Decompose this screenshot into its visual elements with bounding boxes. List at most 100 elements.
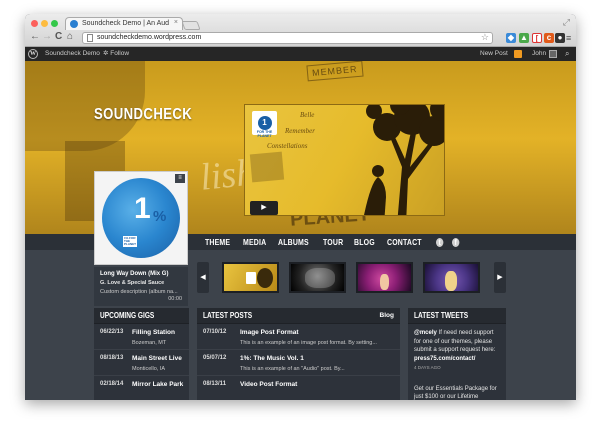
url-text: soundcheckdemo.wordpress.com (97, 34, 202, 41)
favicon-icon (70, 20, 78, 28)
nav-item-contact[interactable]: CONTACT (387, 237, 422, 247)
gig-date: 02/18/14 (100, 381, 124, 387)
gig-date: 06/22/13 (100, 329, 124, 335)
badge-number: 1 (257, 116, 272, 130)
post-excerpt: This is an example of an "Audio" post. B… (240, 366, 345, 372)
latest-tweets-panel: LATEST TWEETS @mcely If need need suppor… (408, 308, 506, 400)
panel-heading: LATEST POSTS Blog (197, 308, 400, 324)
tweet-link[interactable]: press75.com/contact/ (414, 356, 475, 362)
carousel-prev-button[interactable]: ◀ (197, 262, 209, 293)
album-percent: % (153, 208, 167, 225)
follow-button[interactable]: ✲ Follow (103, 47, 129, 61)
gig-venue[interactable]: Filling Station (132, 329, 175, 336)
post-row[interactable]: 08/13/11 Video Post Format (197, 376, 400, 400)
zoom-window-button[interactable] (51, 20, 58, 27)
user-menu[interactable]: John (532, 47, 546, 61)
panel-heading: UPCOMING GIGS (94, 308, 189, 324)
twitter-icon[interactable]: t (436, 237, 444, 247)
tweet-age: 4 DAYS AGO (414, 365, 441, 370)
tab-title: Soundcheck Demo | An Aud (82, 20, 170, 27)
extension-icon[interactable]: ▲ (519, 33, 529, 43)
forward-icon[interactable]: → (42, 31, 52, 43)
panel-heading: LATEST TWEETS (408, 308, 506, 324)
avatar[interactable] (549, 50, 557, 58)
tab-close-icon[interactable]: × (174, 19, 178, 26)
carousel-thumbnail[interactable] (289, 262, 346, 293)
nav-item-theme[interactable]: THEME (205, 237, 230, 247)
blog-link[interactable]: Blog (380, 308, 394, 324)
video-badge: 1 FOR THE PLANET (252, 111, 277, 138)
video-graphic (249, 151, 285, 183)
search-icon[interactable]: ⌕ (565, 47, 569, 61)
nav-item-media[interactable]: MEDIA (243, 237, 266, 247)
back-icon[interactable]: ← (30, 31, 40, 43)
carousel-thumbnail[interactable] (356, 262, 413, 293)
minimize-window-button[interactable] (41, 20, 48, 27)
close-window-button[interactable] (31, 20, 38, 27)
carousel-next-button[interactable]: ▶ (494, 262, 506, 293)
video-script-text: Belle (300, 111, 315, 119)
hero-background-word: MEMBER (306, 61, 364, 82)
new-tab-button[interactable] (181, 21, 201, 30)
gig-venue[interactable]: Mirror Lake Park (132, 381, 183, 388)
post-title[interactable]: Video Post Format (240, 381, 297, 388)
facebook-icon[interactable]: f (452, 237, 460, 247)
extension-icon[interactable]: [ (532, 33, 542, 43)
upcoming-gigs-panel: UPCOMING GIGS 06/22/13 Filling Station B… (94, 308, 189, 400)
video-script-text: Remember (285, 127, 315, 135)
carousel-thumbnail[interactable] (222, 262, 279, 293)
tree-silhouette-icon (364, 105, 444, 215)
browser-menu-icon[interactable]: ≡ (566, 33, 571, 43)
page-icon (87, 34, 93, 42)
album-menu-icon[interactable]: ≡ (175, 174, 185, 183)
play-button[interactable]: ▶ (250, 201, 278, 215)
post-row[interactable]: 05/07/12 1%: The Music Vol. 1 This is an… (197, 350, 400, 376)
address-bar[interactable]: soundcheckdemo.wordpress.com ☆ (82, 32, 493, 44)
browser-tab[interactable]: Soundcheck Demo | An Aud × (65, 17, 183, 30)
gig-row[interactable]: 06/22/13 Filling Station Bozeman, MT (94, 324, 189, 350)
browser-chrome: Soundcheck Demo | An Aud × ⤢ ← → C ⌂ sou… (25, 14, 576, 47)
post-title[interactable]: 1%: The Music Vol. 1 (240, 355, 304, 362)
reload-icon[interactable]: C (55, 31, 62, 43)
tweet-handle[interactable]: @mcely (414, 330, 437, 336)
tweet-body: Get our Essentials Package for just $100… (414, 385, 497, 401)
fullscreen-icon[interactable]: ⤢ (563, 17, 570, 28)
site-logo[interactable]: SOUNDCHECK (94, 106, 192, 124)
nav-item-tour[interactable]: TOUR (323, 237, 343, 247)
post-date: 05/07/12 (203, 355, 227, 361)
bookmark-star-icon[interactable]: ☆ (481, 32, 489, 43)
gig-row[interactable]: 08/18/13 Main Street Live Monticello, IA (94, 350, 189, 376)
post-row[interactable]: 07/10/12 Image Post Format This is an ex… (197, 324, 400, 350)
tweet: @mcely If need need support for one of o… (408, 324, 506, 400)
wordpress-logo-icon[interactable]: W (28, 49, 38, 59)
gig-location: Monticello, IA (132, 366, 166, 372)
extension-icon[interactable]: c (544, 33, 554, 43)
nav-item-blog[interactable]: BLOG (354, 237, 375, 247)
admin-bar: W Soundcheck Demo ✲ Follow New Post John… (25, 47, 576, 61)
new-post-button[interactable]: New Post (480, 47, 508, 61)
gig-venue[interactable]: Main Street Live (132, 355, 182, 362)
admin-site-link[interactable]: Soundcheck Demo (45, 47, 100, 61)
post-title[interactable]: Image Post Format (240, 329, 299, 336)
extension-icon[interactable]: ● (555, 33, 565, 43)
gig-row[interactable]: 02/18/14 Mirror Lake Park (94, 376, 189, 400)
album-cover-text: 1% FOR THE PLANET (123, 236, 137, 247)
track-info: Long Way Down (Mix G) G. Love & Special … (94, 267, 188, 306)
nav-item-albums[interactable]: ALBUMS (278, 237, 309, 247)
track-title[interactable]: Long Way Down (Mix G) (100, 270, 182, 279)
notifications-icon[interactable] (514, 50, 522, 58)
post-date: 07/10/12 (203, 329, 227, 335)
gig-date: 08/18/13 (100, 355, 124, 361)
album-number: 1 (134, 192, 151, 225)
gig-location: Bozeman, MT (132, 340, 167, 346)
badge-text: FOR THE PLANET (256, 130, 273, 138)
track-description: Custom description (album na... (100, 289, 178, 295)
post-date: 08/13/11 (203, 381, 227, 387)
home-icon[interactable]: ⌂ (67, 31, 73, 43)
video-script-text: Constellations (267, 142, 308, 150)
video-player[interactable]: 1 FOR THE PLANET Belle Remember Constell… (244, 104, 445, 216)
album-cover[interactable]: 1 % 1% FOR THE PLANET ≡ (94, 171, 188, 265)
extension-icon[interactable]: ◆ (506, 33, 516, 43)
carousel-thumbnail[interactable] (423, 262, 480, 293)
browser-window: Soundcheck Demo | An Aud × ⤢ ← → C ⌂ sou… (25, 14, 576, 400)
